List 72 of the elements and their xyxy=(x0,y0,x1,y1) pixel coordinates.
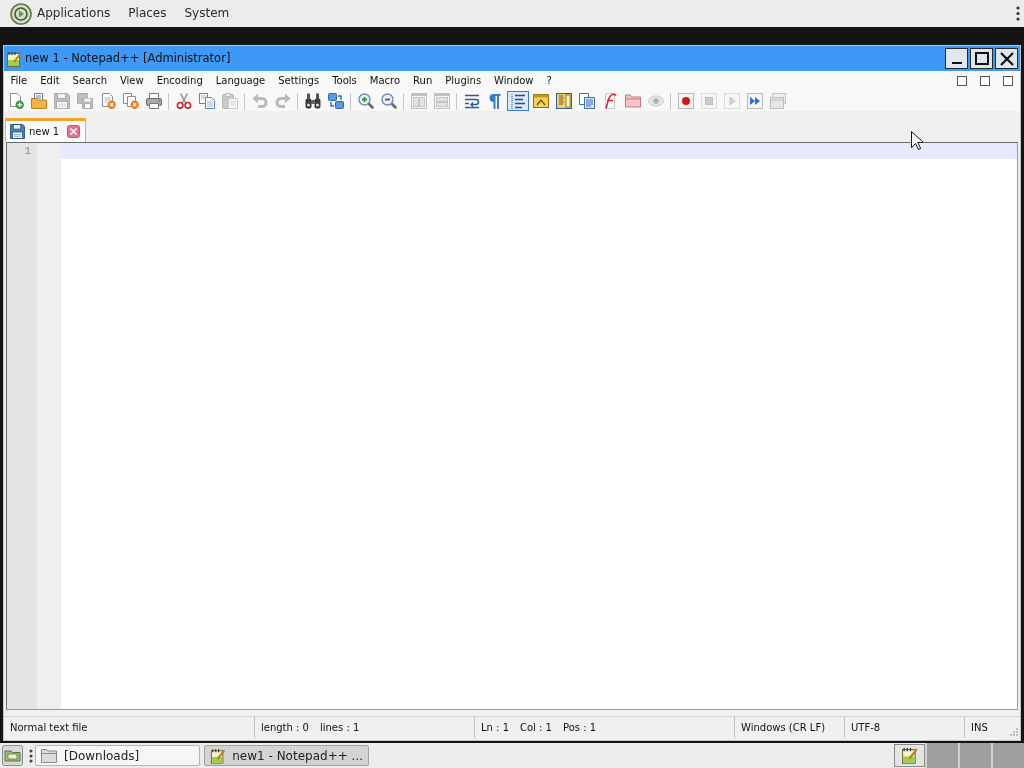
close-icon xyxy=(999,51,1014,66)
notepad-icon xyxy=(6,50,22,67)
menu-item[interactable]: View xyxy=(113,74,151,88)
close-button[interactable] xyxy=(995,48,1018,69)
menu-item[interactable]: Plugins xyxy=(438,74,488,88)
status-text: INS xyxy=(971,721,988,735)
circle-logo-icon[interactable] xyxy=(10,2,32,25)
swap-blocks-icon[interactable] xyxy=(327,93,344,109)
status-text: Col : 1 xyxy=(520,721,552,735)
workspace-tile[interactable] xyxy=(925,743,958,768)
folder-icon[interactable] xyxy=(624,93,641,109)
menu-item[interactable]: ? xyxy=(540,74,559,88)
minimize-button[interactable] xyxy=(945,48,968,69)
page-close-icon[interactable] xyxy=(99,93,116,109)
file-tab[interactable]: new 1 xyxy=(5,118,87,142)
zoom-in-icon[interactable] xyxy=(357,93,374,109)
menu-item[interactable]: File xyxy=(4,74,34,88)
line-number: 1 xyxy=(23,144,32,159)
menu-item[interactable]: Run xyxy=(406,74,439,88)
panel-menu[interactable]: Places xyxy=(128,6,167,21)
menu-item[interactable]: Language xyxy=(209,74,272,88)
maximize-button[interactable] xyxy=(970,48,993,69)
folder-page-icon[interactable] xyxy=(30,93,47,109)
pages-close-icon[interactable] xyxy=(122,93,139,109)
resize-grip-icon[interactable] xyxy=(1010,728,1018,736)
status-text: UTF-8 xyxy=(851,721,881,735)
handle-dots-icon[interactable] xyxy=(1016,6,1020,21)
documents-icon[interactable] xyxy=(578,93,595,109)
square-icon[interactable] xyxy=(1003,76,1013,86)
binoculars-icon[interactable] xyxy=(304,93,321,109)
minimize-icon xyxy=(951,62,962,64)
status-text: lines : 1 xyxy=(319,721,360,735)
notepad-icon[interactable] xyxy=(894,744,925,767)
menu-item[interactable]: Window xyxy=(487,74,541,88)
workspace-tile[interactable] xyxy=(958,743,991,768)
status-text: length : 0 xyxy=(261,721,309,735)
panel-window-icon[interactable] xyxy=(532,93,549,109)
fast-forward-icon[interactable] xyxy=(746,93,763,109)
square-icon[interactable] xyxy=(980,76,990,86)
menu-item[interactable]: Encoding xyxy=(150,74,210,88)
workspace-tile[interactable] xyxy=(991,743,1024,768)
taskbar-button[interactable]: [Downloads] xyxy=(35,745,200,766)
status-text: Windows (CR LF) xyxy=(741,721,826,735)
window-title: new 1 - Notepad++ [Administrator] xyxy=(25,51,231,66)
maximize-icon xyxy=(974,52,989,65)
record-icon[interactable] xyxy=(677,93,694,109)
notepad-icon xyxy=(210,747,226,764)
new-page-icon[interactable] xyxy=(7,93,24,109)
status-text: Pos : 1 xyxy=(562,721,597,735)
panel-menu[interactable]: System xyxy=(184,6,230,21)
folder-icon xyxy=(41,747,57,764)
desktop-icon[interactable] xyxy=(2,745,23,766)
zoom-out-icon[interactable] xyxy=(380,93,397,109)
word-wrap-icon[interactable] xyxy=(463,93,480,109)
handle-dots-icon[interactable] xyxy=(29,748,33,763)
menu-item[interactable]: Macro xyxy=(363,74,407,88)
document-map-icon[interactable] xyxy=(555,93,572,109)
status-text: Normal text file xyxy=(10,721,88,735)
close-icon[interactable] xyxy=(67,125,81,138)
menu-item[interactable]: Edit xyxy=(33,74,67,88)
menu-item[interactable]: Search xyxy=(66,74,114,88)
menu-item[interactable]: Settings xyxy=(271,74,326,88)
taskbar-button[interactable]: new1 - Notepad++ ... xyxy=(204,745,369,766)
menu-item[interactable]: Tools xyxy=(325,74,364,88)
scissors-icon[interactable] xyxy=(175,93,192,109)
panel-menu[interactable]: Applications xyxy=(37,6,111,21)
indent-guide-icon[interactable] xyxy=(506,91,529,111)
copy-icon[interactable] xyxy=(198,93,215,109)
square-icon[interactable] xyxy=(957,76,967,86)
printer-icon[interactable] xyxy=(145,93,162,109)
status-text: Ln : 1 xyxy=(481,721,509,735)
mouse-pointer-icon xyxy=(911,131,923,150)
